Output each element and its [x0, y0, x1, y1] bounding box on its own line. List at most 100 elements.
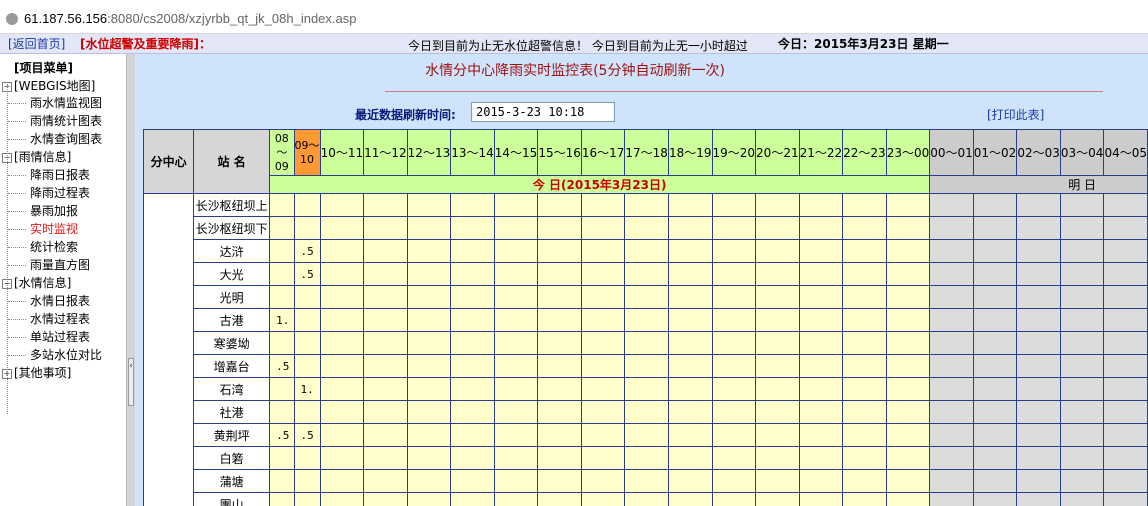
current-date: 今日：2015年3月23日 星期一 — [778, 37, 949, 51]
rain-cell — [624, 400, 669, 424]
rain-cell — [450, 354, 495, 378]
rain-cell-tomorrow — [1016, 354, 1061, 378]
sidebar-item-rain-water-monitor[interactable]: 雨水情监视图 — [30, 94, 102, 112]
rain-cell-tomorrow — [1103, 400, 1148, 424]
rain-cell-tomorrow — [1103, 216, 1148, 240]
hour-header: 12～13 — [406, 129, 452, 176]
collapse-sidebar-handle[interactable]: ‹ — [128, 358, 134, 406]
rain-cell-tomorrow — [972, 216, 1018, 240]
rain-cell — [493, 308, 539, 332]
rain-cell — [667, 354, 713, 378]
rain-cell-tomorrow — [1016, 239, 1061, 263]
rain-cell — [798, 216, 844, 240]
rain-cell — [798, 377, 844, 401]
rain-cell — [580, 239, 626, 263]
page-title: 水情分中心降雨实时监控表(5分钟自动刷新一次) — [425, 63, 725, 79]
rain-cell — [842, 423, 887, 447]
rain-cell-tomorrow — [1059, 377, 1105, 401]
tree-group-water-info[interactable]: − [水情信息] — [0, 274, 71, 292]
rain-cell — [319, 308, 365, 332]
table-row: 石湾 1. — [144, 377, 1148, 401]
tree-group-other[interactable]: + [其他事项] — [0, 364, 71, 382]
rain-cell — [319, 354, 365, 378]
rain-cell — [755, 492, 800, 506]
table-row: 长沙枢纽坝上 — [142, 193, 1148, 506]
address-bar[interactable]: 61.187.56.156:8080/cs2008/xzjyrbb_qt_jk_… — [0, 0, 1148, 34]
rain-cell — [363, 285, 408, 309]
sidebar-item-water-process-table[interactable]: 水情过程表 — [30, 310, 90, 328]
tree-group-webgis[interactable]: − [WEBGIS地图] — [0, 77, 95, 95]
sidebar-item-rain-daily-report[interactable]: 降雨日报表 — [30, 166, 90, 184]
home-link[interactable]: [返回首页] — [8, 35, 65, 52]
rain-cell — [842, 308, 887, 332]
rain-cell-tomorrow — [929, 193, 974, 217]
rain-cell — [406, 308, 452, 332]
rain-cell — [842, 239, 887, 263]
hour-header-tomorrow: 02～03 — [1016, 129, 1061, 176]
table-row: 黄荆坪 .5.5 — [144, 423, 1148, 447]
rain-cell — [537, 262, 582, 286]
rain-cell: .5 — [293, 239, 321, 263]
rain-cell — [711, 446, 757, 470]
sidebar-item-multi-station-compare[interactable]: 多站水位对比 — [30, 346, 102, 364]
tree-line — [8, 103, 26, 104]
rain-cell — [319, 446, 365, 470]
alarm-link[interactable]: [水位超警及重要降雨]： — [80, 35, 211, 52]
tree-group-rain-info[interactable]: − [雨情信息] — [0, 148, 71, 166]
collapse-icon[interactable]: − — [2, 278, 12, 289]
sidebar-item-realtime-monitor[interactable]: 实时监视 — [30, 220, 78, 238]
sidebar-item-single-station-process[interactable]: 单站过程表 — [30, 328, 90, 346]
sidebar-item-rain-stats-chart[interactable]: 雨情统计图表 — [30, 112, 102, 130]
sidebar-item-stats-search[interactable]: 统计检索 — [30, 238, 78, 256]
menu-title: [项目菜单] — [14, 61, 73, 75]
rain-cell — [624, 262, 669, 286]
expand-icon[interactable]: + — [2, 368, 12, 379]
rain-cell — [798, 193, 844, 217]
station-name: 长沙枢纽坝下 — [193, 216, 271, 240]
rain-cell-tomorrow — [1103, 239, 1148, 263]
rain-cell — [319, 423, 365, 447]
rain-cell — [537, 193, 582, 217]
tree-line — [8, 319, 26, 320]
sidebar-item-rain-histogram[interactable]: 雨量直方图 — [30, 256, 90, 274]
tree-line — [8, 211, 26, 212]
rain-cell — [667, 308, 713, 332]
sidebar-item-rainstorm-report[interactable]: 暴雨加报 — [30, 202, 78, 220]
tree-line — [8, 193, 26, 194]
station-name: 蒲塘 — [193, 469, 271, 493]
rain-cell — [667, 423, 713, 447]
rain-cell — [269, 193, 295, 217]
rain-cell — [798, 400, 844, 424]
rain-cell — [493, 377, 539, 401]
rain-cell — [798, 446, 844, 470]
collapse-icon[interactable]: − — [2, 152, 12, 163]
rain-cell — [269, 469, 295, 493]
rain-cell-tomorrow — [972, 492, 1018, 506]
table-row: 达浒 .5 — [144, 239, 1148, 263]
rain-cell-tomorrow — [929, 469, 974, 493]
tomorrow-label: 明 日 — [929, 175, 1148, 194]
print-link[interactable]: [打印此表] — [987, 106, 1044, 123]
url-path: :8080/cs2008/xzjyrbb_qt_jk_08h_index.asp — [107, 11, 357, 26]
rain-cell — [493, 354, 539, 378]
collapse-icon[interactable]: − — [2, 81, 12, 92]
rain-cell — [885, 216, 931, 240]
hour-header: 15～16 — [537, 129, 582, 176]
rain-cell — [319, 400, 365, 424]
rain-cell — [363, 400, 408, 424]
rain-cell-tomorrow — [1059, 216, 1105, 240]
table-row: 社港 — [144, 400, 1148, 424]
rain-cell-tomorrow — [1016, 492, 1061, 506]
url-text[interactable]: 61.187.56.156:8080/cs2008/xzjyrbb_qt_jk_… — [24, 11, 356, 26]
rain-cell — [293, 400, 321, 424]
sidebar-item-water-daily-report[interactable]: 水情日报表 — [30, 292, 90, 310]
sidebar-item-rain-process-table[interactable]: 降雨过程表 — [30, 184, 90, 202]
rain-cell — [537, 285, 582, 309]
rain-cell — [711, 193, 757, 217]
refresh-time-field[interactable] — [471, 102, 615, 122]
rain-cell — [667, 216, 713, 240]
frame-splitter[interactable]: ‹ — [126, 54, 135, 506]
rain-cell — [406, 469, 452, 493]
rain-cell — [269, 331, 295, 355]
sidebar-item-water-query-chart[interactable]: 水情查询图表 — [30, 130, 102, 148]
